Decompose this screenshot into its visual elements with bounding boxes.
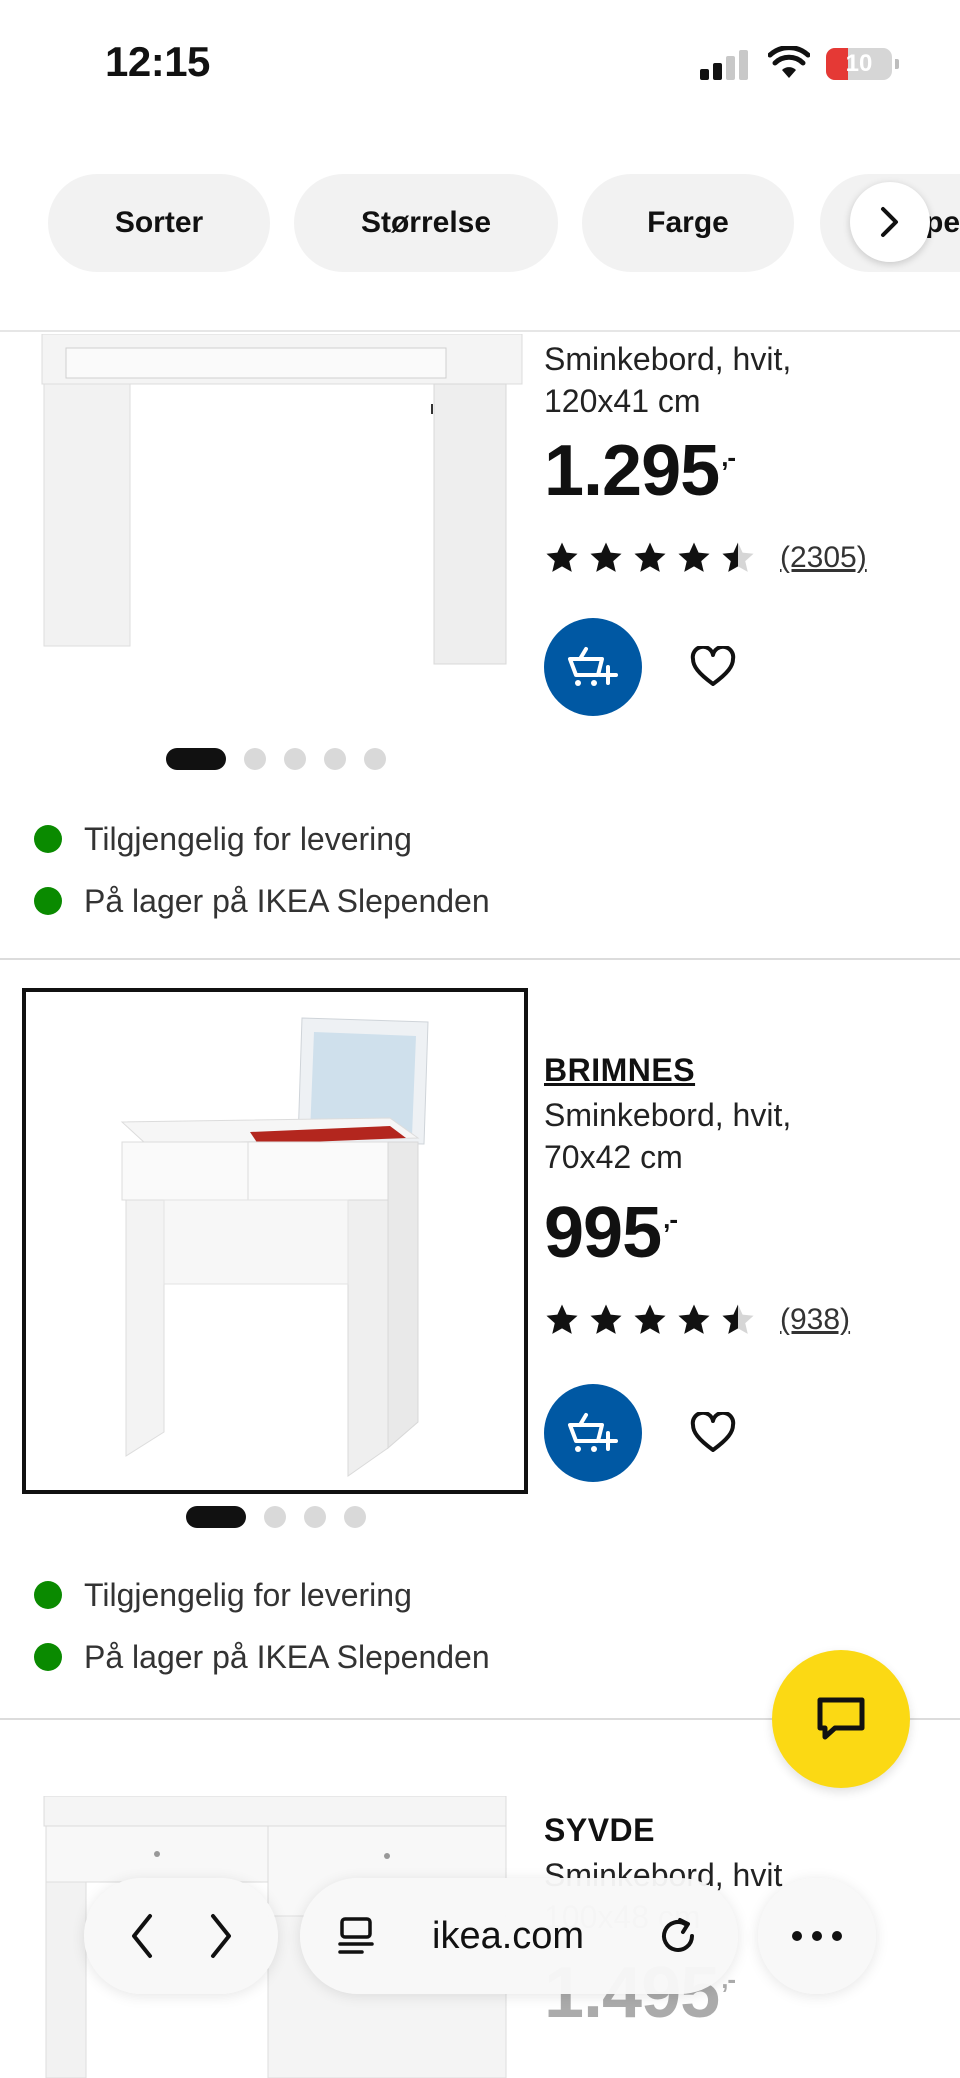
product-name-link[interactable]: BRIMNES (544, 1052, 944, 1094)
address-bar[interactable]: ikea.com (300, 1878, 738, 1994)
browser-more-button[interactable] (758, 1878, 876, 1994)
in-stock-icon (34, 887, 62, 915)
filter-sort-button[interactable]: Sorter (48, 174, 270, 272)
add-to-cart-button[interactable] (544, 618, 642, 716)
browser-nav-group (84, 1878, 278, 1994)
favorite-button[interactable] (678, 1398, 748, 1468)
rating-stars (544, 1303, 756, 1337)
wifi-icon (768, 46, 810, 78)
pagination-dot[interactable] (364, 748, 386, 770)
review-count-link[interactable]: (938) (780, 1303, 850, 1337)
product-info: Sminkebord, hvit, 120x41 cm 1.295,- (230… (544, 338, 944, 716)
availability-item: Tilgjengelig for levering (34, 808, 490, 870)
filter-bar: Sorter Størrelse Farge pe (0, 130, 960, 332)
star-icon (678, 1304, 710, 1334)
star-icon (546, 542, 578, 572)
chevron-right-icon (881, 207, 898, 237)
chevron-left-icon (131, 1914, 152, 1958)
chat-bubble-icon (817, 1697, 865, 1740)
pagination-dot[interactable] (186, 1506, 246, 1528)
availability-list: Tilgjengelig for levering På lager på IK… (34, 808, 490, 932)
pagination-dot[interactable] (284, 748, 306, 770)
reload-icon[interactable] (656, 1914, 700, 1958)
review-count-link[interactable]: (2305) (780, 541, 867, 575)
battery-icon: 10 (826, 48, 899, 80)
pagination-dot[interactable] (244, 748, 266, 770)
product-dimensions: 70x42 cm (544, 1139, 683, 1175)
product-card: BRIMNES Sminkebord, hvit, 70x42 cm 995,-… (0, 960, 960, 1718)
page-menu-icon[interactable] (336, 1916, 376, 1956)
product-dimensions: 120x41 cm (544, 383, 701, 419)
browser-forward-button[interactable] (191, 1896, 251, 1976)
product-price: 1.295,- (544, 431, 736, 511)
product-description: Sminkebord, hvit, (544, 341, 792, 377)
availability-item: På lager på IKEA Slependen (34, 1626, 490, 1688)
pagination-dot[interactable] (304, 1506, 326, 1528)
filter-color-button[interactable]: Farge (582, 174, 794, 272)
chevron-right-icon (210, 1914, 231, 1958)
status-time: 12:15 (105, 38, 210, 85)
product-rating[interactable]: (938) (544, 1300, 944, 1340)
product-image[interactable] (22, 334, 528, 724)
availability-item: På lager på IKEA Slependen (34, 870, 490, 932)
star-icon (590, 542, 622, 572)
status-bar: 12:15 10 (0, 0, 960, 130)
in-stock-icon (34, 1643, 62, 1671)
pagination-dot[interactable] (344, 1506, 366, 1528)
half-star-icon (722, 1304, 754, 1334)
availability-list: Tilgjengelig for levering På lager på IK… (34, 1564, 490, 1688)
product-image[interactable] (22, 988, 528, 1494)
chat-button[interactable] (772, 1650, 910, 1788)
filter-size-button[interactable]: Størrelse (294, 174, 558, 272)
more-dots-icon (792, 1931, 842, 1941)
in-stock-icon (34, 1581, 62, 1609)
dressing-table-illustration (120, 1017, 429, 1477)
pagination-dot[interactable] (166, 748, 226, 770)
heart-icon (690, 1412, 736, 1452)
half-star-icon (722, 542, 754, 572)
star-icon (590, 1304, 622, 1334)
product-name-link[interactable]: SYVDE (544, 1812, 944, 1854)
url-text[interactable]: ikea.com (432, 1878, 584, 1994)
star-icon (634, 1304, 666, 1334)
battery-level: 10 (845, 50, 873, 77)
heart-icon (690, 646, 736, 686)
filter-scroll-next-button[interactable] (850, 182, 930, 262)
star-icon (546, 1304, 578, 1334)
product-rating[interactable]: (2305) (544, 538, 944, 578)
product-card: Sminkebord, hvit, 120x41 cm 1.295,- (230… (0, 334, 960, 958)
cart-add-icon (568, 647, 618, 686)
pagination-dot[interactable] (324, 748, 346, 770)
add-to-cart-button[interactable] (544, 1384, 642, 1482)
product-description: Sminkebord, hvit, (544, 1097, 792, 1133)
pagination-dot[interactable] (264, 1506, 286, 1528)
product-price: 995,- (544, 1193, 678, 1273)
cart-add-icon (568, 1413, 618, 1452)
availability-item: Tilgjengelig for levering (34, 1564, 490, 1626)
favorite-button[interactable] (678, 632, 748, 702)
rating-stars (544, 541, 756, 575)
product-actions (544, 1384, 944, 1482)
star-icon (678, 542, 710, 572)
cellular-signal-icon (700, 50, 752, 80)
browser-back-button[interactable] (112, 1896, 172, 1976)
dressing-table-illustration (41, 334, 523, 665)
image-pagination (186, 1506, 366, 1528)
product-actions (544, 618, 944, 716)
star-icon (634, 542, 666, 572)
product-info: BRIMNES Sminkebord, hvit, 70x42 cm 995,-… (544, 1052, 944, 1482)
image-pagination (166, 748, 386, 770)
in-stock-icon (34, 825, 62, 853)
filter-more-label: pe (925, 206, 960, 239)
